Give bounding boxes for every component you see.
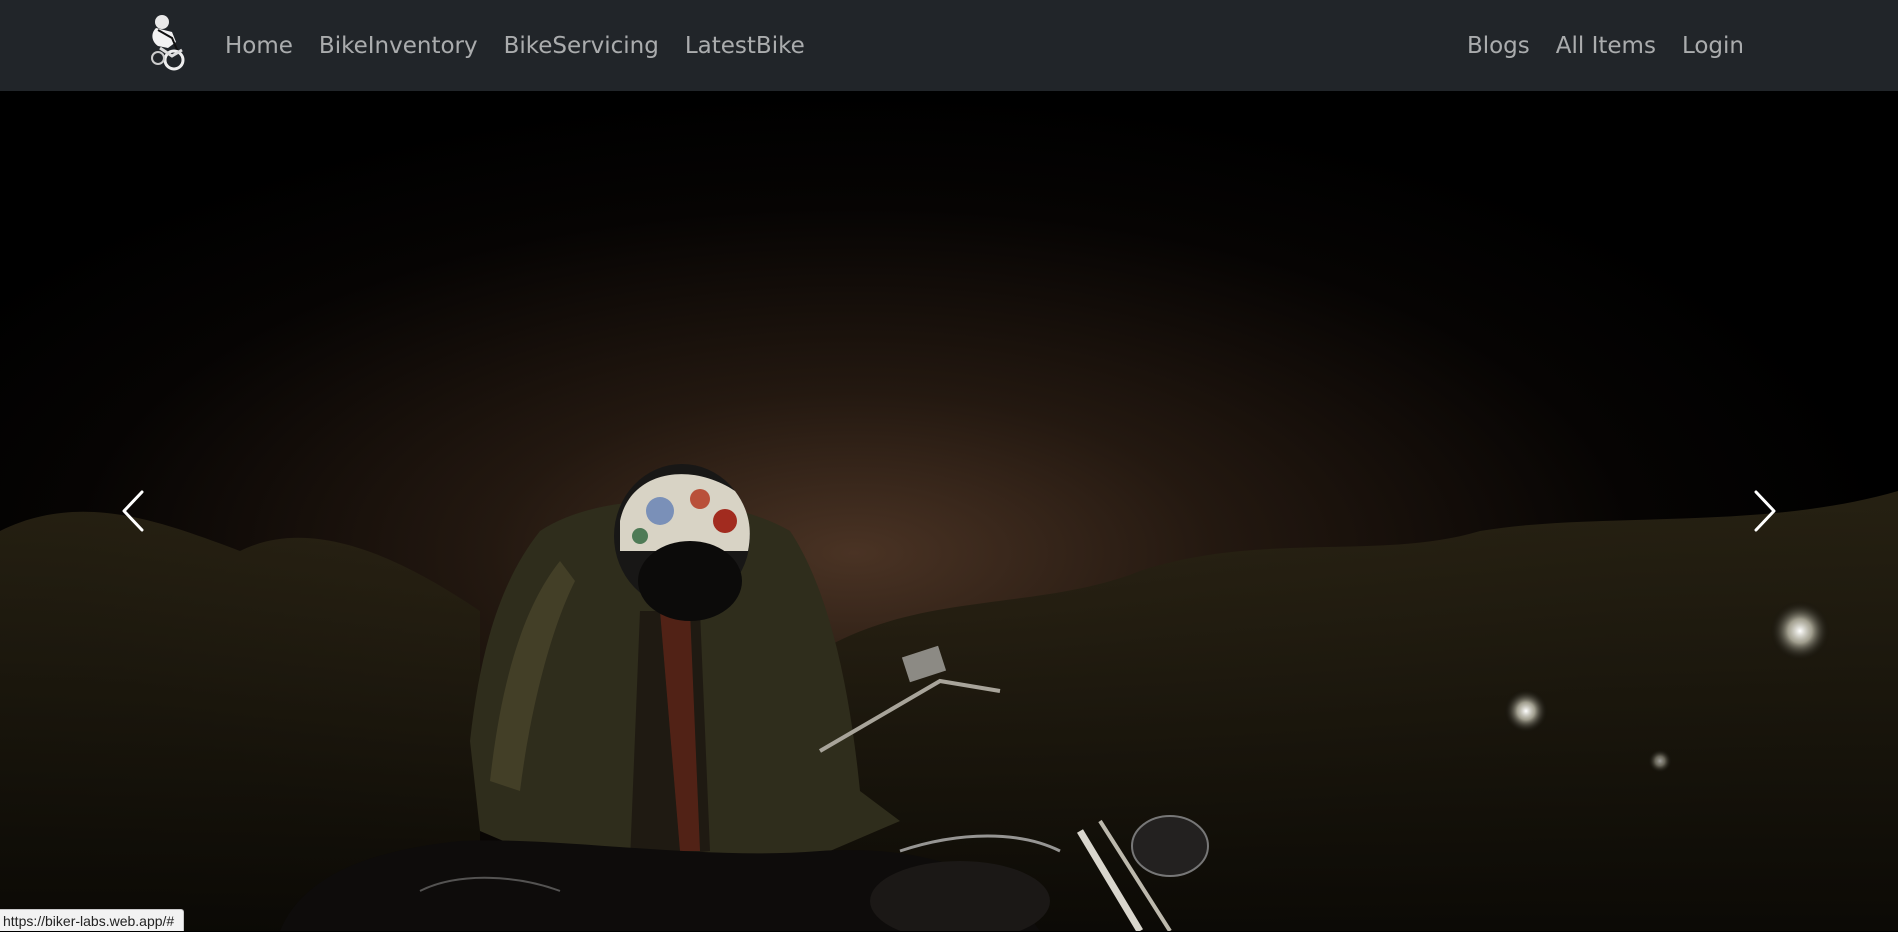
chevron-right-icon [1750,488,1780,534]
chevron-left-icon [118,488,148,534]
nav-left-group: Home BikeInventory BikeServicing LatestB… [225,0,805,91]
nav-link-bike-inventory[interactable]: BikeInventory [319,33,478,59]
nav-link-latest-bike[interactable]: LatestBike [685,33,805,59]
hero-carousel [0,91,1898,931]
nav-link-all-items[interactable]: All Items [1556,33,1656,59]
nav-link-login[interactable]: Login [1682,33,1744,59]
motorcycle-rider-logo-icon [142,12,190,72]
navbar: Home BikeInventory BikeServicing LatestB… [0,0,1898,91]
carousel-slide-image [0,91,1898,931]
nav-link-home[interactable]: Home [225,33,293,59]
carousel-prev-button[interactable] [88,381,178,641]
carousel-next-button[interactable] [1720,381,1810,641]
nav-link-bike-servicing[interactable]: BikeServicing [504,33,659,59]
browser-status-url: https://biker-labs.web.app/# [0,909,184,931]
brand-logo[interactable] [142,12,190,72]
nav-right-group: Blogs All Items Login [1467,0,1744,91]
nav-link-blogs[interactable]: Blogs [1467,33,1530,59]
